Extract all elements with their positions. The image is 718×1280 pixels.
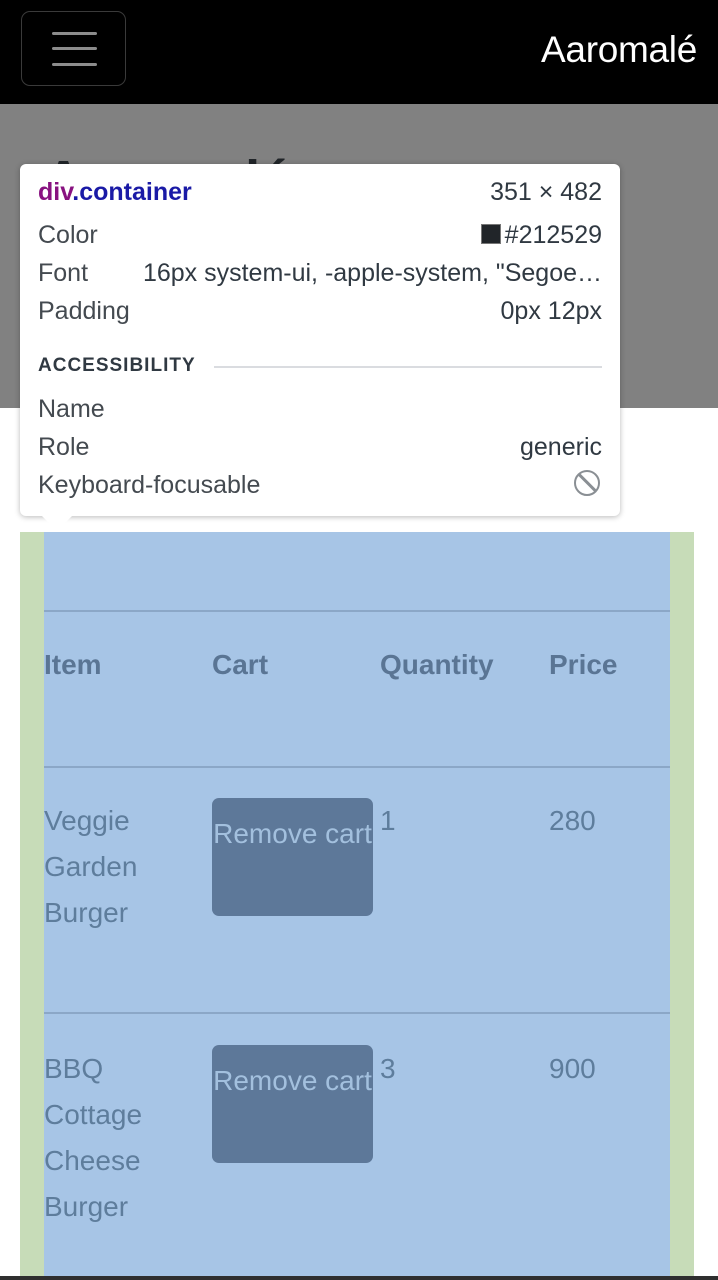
font-value: 16px system-ui, -apple-system, "Segoe… [142,259,602,287]
row-1-price: 280 [549,805,596,836]
accessibility-divider [214,366,602,368]
row-2-remove-cart-button[interactable]: Remove cart [212,1045,373,1163]
header-price: Price [549,649,618,680]
tooltip-arrow [40,514,74,531]
padding-highlight-left [20,532,44,1280]
row-2-item: BBQ Cottage Cheese Burger [44,1053,143,1222]
padding-highlight-right [670,532,694,1280]
focusable-label: Keyboard-focusable [38,471,261,499]
hamburger-menu-icon [52,32,97,66]
row-1-quantity: 1 [380,805,396,836]
accessibility-heading: ACCESSIBILITY [38,355,196,376]
not-allowed-icon [574,470,600,496]
row-2-quantity: 3 [380,1053,396,1084]
header-cart: Cart [212,649,269,680]
table-top-border [44,610,670,612]
navbar-toggler-button[interactable] [21,11,126,86]
color-value: #212529 [504,221,602,249]
color-swatch-icon [480,224,501,244]
padding-label: Padding [38,297,130,325]
element-class: .container [72,178,192,206]
row-1-remove-cart-button[interactable]: Remove cart [212,798,373,916]
name-label: Name [38,395,105,423]
row-2-price: 900 [549,1053,596,1084]
viewport-bottom-edge [0,1276,718,1280]
element-tag: div [38,178,73,206]
padding-value: 0px 12px [500,297,602,325]
navbar: Aaromalé [0,0,718,104]
header-quantity: Quantity [380,649,494,680]
cart-table-container: Item Cart Quantity Price Veggie Garden B… [44,532,670,1280]
header-item: Item [44,649,102,680]
element-dimensions: 351 × 482 [490,178,602,206]
role-value: generic [520,433,602,461]
header-bottom-border [44,766,670,768]
color-label: Color [38,221,98,249]
font-label: Font [38,259,89,287]
inspector-tooltip: div.container 351 × 482 Color #212529 Fo… [20,164,620,516]
navbar-brand[interactable]: Aaromalé [541,28,697,72]
role-label: Role [38,433,90,461]
row-1-item: Veggie Garden Burger [44,805,138,928]
row-divider [44,1012,670,1014]
